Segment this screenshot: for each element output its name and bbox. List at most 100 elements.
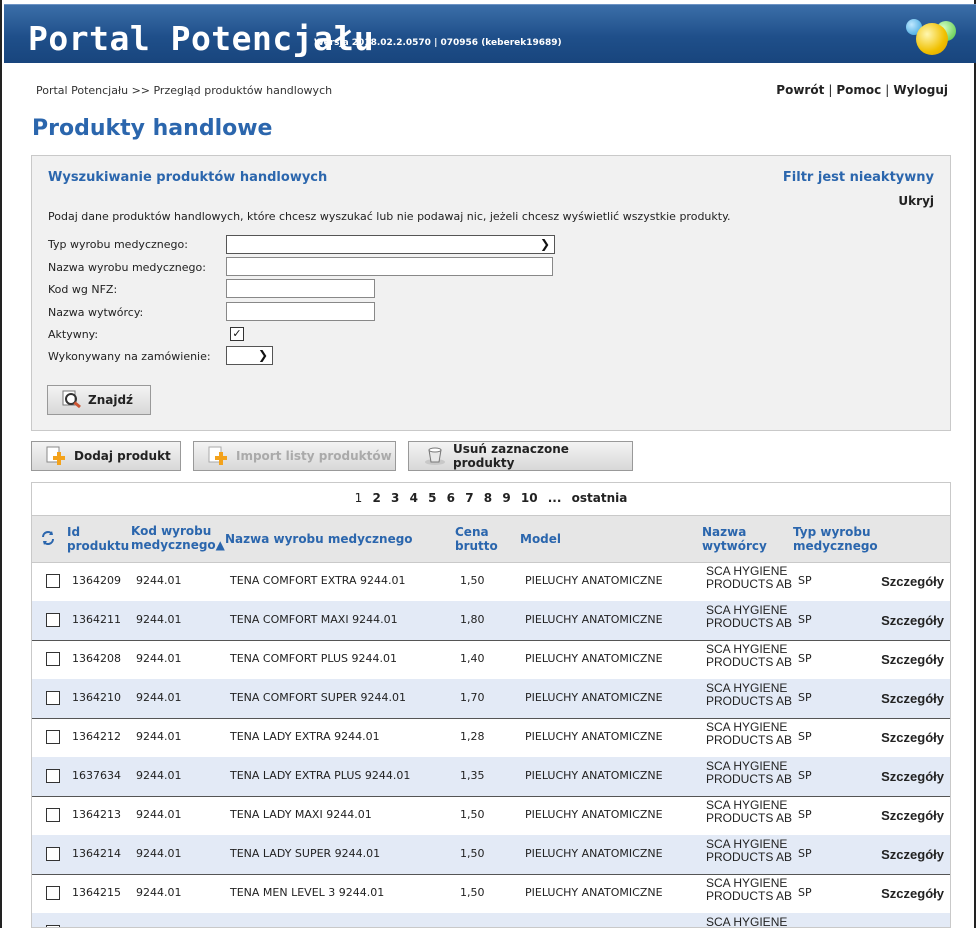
- page-link[interactable]: 6: [447, 491, 455, 505]
- row-checkbox[interactable]: [46, 769, 60, 783]
- table-row[interactable]: 13642179244.02TENA COMFORT EXTRA 9244.02…: [32, 913, 950, 927]
- maker-input[interactable]: [226, 302, 375, 321]
- cell-code: 9244.01: [136, 808, 182, 821]
- page-link[interactable]: 2: [372, 491, 380, 505]
- row-checkbox[interactable]: [46, 847, 60, 861]
- cell-price: 1,50: [460, 808, 485, 821]
- table-row[interactable]: 1364214 9244.01 TENA LADY SUPER 9244.01 1,5…: [32, 835, 950, 875]
- find-label: Znajdź: [88, 393, 134, 407]
- details-link[interactable]: Szczegóły: [881, 730, 944, 745]
- col-code[interactable]: Kod wyrobu medycznego▲: [131, 524, 225, 552]
- code-input[interactable]: [226, 279, 375, 298]
- cell-type: SP: [798, 769, 812, 782]
- col-type[interactable]: Typ wyrobu medycznego: [793, 525, 878, 553]
- col-price[interactable]: Cena brutto: [455, 525, 498, 553]
- search-panel: Wyszukiwanie produktów handlowych Filtr …: [31, 155, 951, 431]
- help-link[interactable]: Pomoc: [836, 83, 881, 97]
- cell-id: 1364212: [72, 730, 121, 743]
- row-checkbox[interactable]: [46, 574, 60, 588]
- import-products-button[interactable]: Import listy produktów: [193, 441, 396, 471]
- cell-name: TENA LADY EXTRA 9244.01: [230, 730, 380, 743]
- magnifier-icon: [62, 390, 82, 411]
- cell-type: SP: [798, 886, 812, 899]
- cell-type: SP: [798, 730, 812, 743]
- cell-price: 1,80: [460, 613, 485, 626]
- col-maker[interactable]: Nazwa wytwórcy: [702, 525, 767, 553]
- table-row[interactable]: 1637634 9244.01 TENA LADY EXTRA PLUS 9244.…: [32, 757, 950, 797]
- cell-id: 1364209: [72, 574, 121, 587]
- page-link[interactable]: 3: [391, 491, 399, 505]
- hide-link[interactable]: Ukryj: [898, 194, 934, 208]
- details-link[interactable]: Szczegóły: [881, 574, 944, 589]
- breadcrumb: Portal Potencjału >> Przegląd produktów …: [36, 84, 333, 97]
- cell-price: 1,50: [460, 886, 485, 899]
- page-link[interactable]: 9: [502, 491, 510, 505]
- add-document-icon: [46, 445, 68, 468]
- cell-maker: SCA HYGIENEPRODUCTS AB: [706, 798, 793, 825]
- cell-id: 1364213: [72, 808, 121, 821]
- row-checkbox[interactable]: [46, 886, 60, 900]
- page-link[interactable]: 1: [355, 491, 363, 505]
- cell-code: 9244.01: [136, 886, 182, 899]
- row-checkbox[interactable]: [46, 652, 60, 666]
- row-checkbox[interactable]: [46, 730, 60, 744]
- trash-icon: [423, 444, 447, 469]
- col-model[interactable]: Model: [520, 532, 561, 546]
- page-link[interactable]: 4: [410, 491, 418, 505]
- cell-id: 1637634: [72, 769, 121, 782]
- cell-code: 9244.01: [136, 847, 182, 860]
- cell-maker: SCA HYGIENEPRODUCTS AB: [706, 564, 793, 591]
- on-order-select[interactable]: ❯: [226, 346, 273, 365]
- row-checkbox[interactable]: [46, 613, 60, 627]
- maker-label: Nazwa wytwórcy:: [48, 306, 144, 319]
- page-link[interactable]: 10: [521, 491, 538, 505]
- back-link[interactable]: Powrót: [776, 83, 824, 97]
- table-row[interactable]: 1364209 9244.01 TENA COMFORT EXTRA 9244.01…: [32, 562, 950, 602]
- page-link[interactable]: 7: [465, 491, 473, 505]
- details-link[interactable]: Szczegóły: [881, 652, 944, 667]
- page-link[interactable]: 8: [484, 491, 492, 505]
- find-button[interactable]: Znajdź: [47, 385, 151, 415]
- cell-code: 9244.01: [136, 691, 182, 704]
- type-select[interactable]: ❯: [226, 235, 555, 254]
- cell-maker: SCA HYGIENEPRODUCTS AB: [706, 837, 793, 864]
- separator: |: [885, 83, 890, 97]
- cell-maker: SCA HYGIENEPRODUCTS AB: [706, 876, 793, 903]
- details-link[interactable]: Szczegóły: [881, 808, 944, 823]
- table-row[interactable]: 1364213 9244.01 TENA LADY MAXI 9244.01 1,50…: [32, 796, 950, 836]
- details-link[interactable]: Szczegóły: [881, 769, 944, 784]
- col-id[interactable]: Id produktu: [67, 525, 129, 553]
- last-page-link[interactable]: ostatnia: [572, 491, 628, 505]
- page-link[interactable]: 5: [428, 491, 436, 505]
- active-checkbox[interactable]: ✓: [230, 327, 244, 341]
- name-input[interactable]: [226, 257, 553, 276]
- cell-id: 1364215: [72, 886, 121, 899]
- cell-model: PIELUCHY ANATOMICZNE: [525, 769, 663, 782]
- row-checkbox[interactable]: [46, 808, 60, 822]
- col-name[interactable]: Nazwa wyrobu medycznego: [225, 532, 413, 546]
- cell-model: PIELUCHY ANATOMICZNE: [525, 652, 663, 665]
- table-row[interactable]: 1364211 9244.01 TENA COMFORT MAXI 9244.01 1…: [32, 601, 950, 641]
- logout-link[interactable]: Wyloguj: [893, 83, 948, 97]
- refresh-icon[interactable]: [40, 530, 56, 549]
- details-link[interactable]: Szczegóły: [881, 847, 944, 862]
- details-link[interactable]: Szczegóły: [881, 691, 944, 706]
- table-header: Id produktu Kod wyrobu medycznego▲ Nazwa w…: [32, 515, 950, 563]
- table-row[interactable]: 1364215 9244.01 TENA MEN LEVEL 3 9244.01 1,…: [32, 874, 950, 914]
- cell-model: PIELUCHY ANATOMICZNE: [525, 574, 663, 587]
- cell-id: 1364211: [72, 613, 121, 626]
- cell-model: PIELUCHY ANATOMICZNE: [525, 613, 663, 626]
- row-checkbox[interactable]: [46, 691, 60, 705]
- name-label: Nazwa wyrobu medycznego:: [48, 261, 206, 274]
- code-label: Kod wg NFZ:: [48, 283, 118, 296]
- on-order-label: Wykonywany na zamówienie:: [48, 350, 211, 363]
- table-row[interactable]: 1364212 9244.01 TENA LADY EXTRA 9244.01 1,2…: [32, 718, 950, 758]
- table-row[interactable]: 1364210 9244.01 TENA COMFORT SUPER 9244.01…: [32, 679, 950, 719]
- delete-selected-button[interactable]: Usuń zaznaczone produkty: [408, 441, 633, 471]
- app-header: Portal Potencjału Wersja 2018.02.2.0570 …: [4, 4, 976, 63]
- details-link[interactable]: Szczegóły: [881, 613, 944, 628]
- details-link[interactable]: Szczegóły: [881, 886, 944, 901]
- table-row[interactable]: 1364208 9244.01 TENA COMFORT PLUS 9244.01 1…: [32, 640, 950, 680]
- import-products-label: Import listy produktów: [236, 449, 392, 463]
- add-product-button[interactable]: Dodaj produkt: [31, 441, 181, 471]
